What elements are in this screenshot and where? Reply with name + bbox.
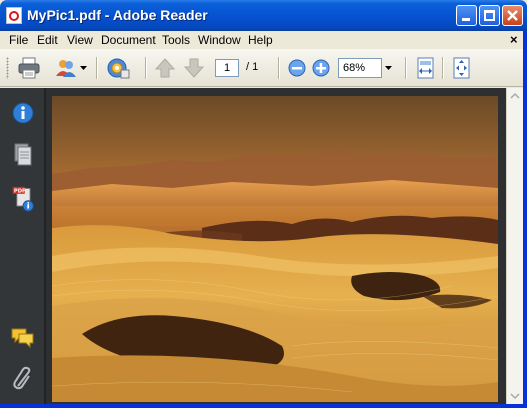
- email-share-icon[interactable]: [54, 57, 78, 79]
- menu-window[interactable]: Window: [198, 33, 241, 47]
- close-button[interactable]: [502, 5, 523, 26]
- toolbar-separator: [278, 57, 280, 79]
- info-icon[interactable]: [10, 100, 36, 126]
- toolbar: [0, 49, 527, 87]
- close-icon: [507, 10, 518, 21]
- minimize-button[interactable]: [456, 5, 477, 26]
- previous-page-icon[interactable]: [153, 57, 177, 79]
- toolbar-separator: [442, 57, 444, 79]
- attachment-icon[interactable]: [10, 366, 36, 392]
- zoom-level-field[interactable]: 68%: [338, 58, 382, 78]
- window-title: MyPic1.pdf - Adobe Reader: [27, 7, 208, 23]
- maximize-icon: [484, 10, 495, 21]
- window-frame-bottom: [0, 404, 527, 408]
- window-frame-right: [523, 31, 527, 408]
- next-page-icon[interactable]: [182, 57, 206, 79]
- zoom-in-icon[interactable]: [309, 57, 333, 79]
- settings-gear-icon[interactable]: [106, 57, 130, 79]
- current-page-input[interactable]: 1: [215, 59, 239, 77]
- maximize-button[interactable]: [479, 5, 500, 26]
- share-dropdown-icon[interactable]: [80, 66, 87, 71]
- toolbar-grip[interactable]: [6, 57, 9, 79]
- navigation-pane: PDF: [0, 88, 46, 408]
- zoom-dropdown-icon[interactable]: [383, 58, 394, 78]
- menu-file[interactable]: File: [9, 33, 28, 47]
- document-close-button[interactable]: ×: [510, 32, 518, 47]
- page-total-label: / 1: [246, 61, 259, 73]
- desert-photo-image: [52, 96, 498, 402]
- pages-icon[interactable]: [10, 142, 36, 168]
- menu-document[interactable]: Document: [101, 33, 156, 47]
- svg-text:PDF: PDF: [14, 189, 26, 195]
- vertical-scrollbar[interactable]: [506, 88, 523, 404]
- title-bar[interactable]: MyPic1.pdf - Adobe Reader: [0, 0, 527, 31]
- document-viewport[interactable]: [46, 88, 506, 408]
- adobe-reader-app-icon[interactable]: [6, 7, 22, 24]
- zoom-out-icon[interactable]: [285, 57, 309, 79]
- scroll-down-icon[interactable]: [507, 388, 523, 404]
- printer-icon[interactable]: [17, 57, 41, 79]
- pdf-properties-icon[interactable]: PDF: [10, 186, 36, 212]
- fit-page-icon[interactable]: [450, 57, 474, 79]
- pdf-page-desert-photo: [52, 96, 498, 402]
- comments-icon[interactable]: [10, 324, 36, 350]
- menu-tools[interactable]: Tools: [162, 33, 190, 47]
- menu-edit[interactable]: Edit: [37, 33, 58, 47]
- menu-bar: File Edit View Document Tools Window Hel…: [0, 31, 527, 49]
- scroll-up-icon[interactable]: [507, 88, 523, 104]
- menu-help[interactable]: Help: [248, 33, 273, 47]
- toolbar-separator: [96, 57, 98, 79]
- menu-view[interactable]: View: [67, 33, 93, 47]
- minimize-icon: [462, 18, 470, 21]
- fit-width-icon[interactable]: [414, 57, 438, 79]
- toolbar-separator: [145, 57, 147, 79]
- toolbar-separator: [405, 57, 407, 79]
- adobe-reader-window: MyPic1.pdf - Adobe Reader File Edit View…: [0, 0, 527, 408]
